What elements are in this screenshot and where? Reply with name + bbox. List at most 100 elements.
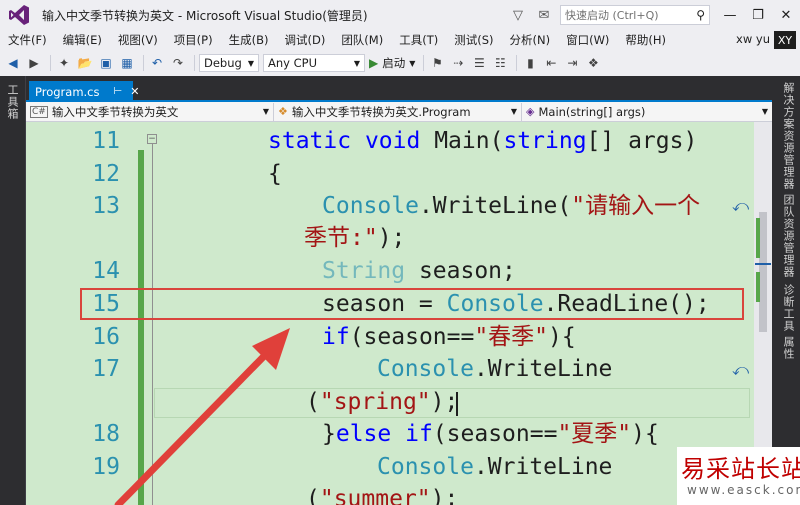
class-icon: ❖	[278, 105, 288, 118]
line-number: 12	[92, 161, 120, 187]
code-line-16: if(season=="春季"){	[322, 324, 576, 350]
right-tool-strip: 解决方案资源管理器 团队资源管理器 诊断工具 属性	[772, 76, 800, 505]
filter-icon[interactable]: ▽	[508, 5, 528, 25]
toolbar-separator	[516, 55, 518, 71]
watermark-name: 易采站长站	[681, 455, 800, 483]
line-number: 19	[92, 454, 120, 480]
clear-bookmarks-icon[interactable]: ❖	[584, 54, 602, 72]
user-name[interactable]: xw yu	[736, 32, 770, 46]
solution-explorer-tab[interactable]: 解决方案资源管理器	[780, 82, 796, 190]
menu-tools[interactable]: 工具(T)	[391, 32, 446, 48]
menu-team[interactable]: 团队(M)	[333, 32, 391, 48]
save-all-icon[interactable]: ▦	[118, 54, 136, 72]
text-caret	[456, 392, 458, 416]
tab-program-cs[interactable]: Program.cs ⊢ ✕	[29, 81, 139, 102]
code-line-11: static void Main(string[] args)	[268, 128, 698, 154]
close-button[interactable]: ✕	[772, 0, 800, 30]
code-line-19: Console.WriteLine	[377, 454, 613, 480]
menu-test[interactable]: 测试(S)	[446, 32, 501, 48]
code-line-12: {	[268, 161, 282, 187]
chevron-down-icon: ▼	[510, 107, 517, 116]
code-line-18: }else if(season=="夏季"){	[322, 421, 659, 447]
code-editor[interactable]: − 11 12 13 14 15 16 17 18 19 static void…	[26, 122, 772, 505]
restore-button[interactable]: ❐	[744, 0, 772, 30]
window-title: 输入中文季节转换为英文 - Microsoft Visual Studio(管理…	[42, 8, 368, 23]
line-number: 18	[92, 421, 120, 447]
menu-edit[interactable]: 编辑(E)	[55, 32, 110, 48]
step-icon[interactable]: ⇢	[449, 54, 467, 72]
minimize-button[interactable]: —	[716, 0, 744, 30]
configuration-value: Debug	[204, 56, 242, 70]
change-tracking-bar	[138, 150, 144, 505]
solution-configuration-dropdown[interactable]: Debug ▼	[199, 54, 259, 72]
method-icon: ◈	[526, 105, 535, 118]
standard-toolbar: ◀ ▶ ✦ 📂 ▣ ▦ ↶ ↷ Debug ▼ Any CPU ▼ ▶ 启动 ▼…	[0, 50, 800, 76]
toolbar-separator	[50, 55, 51, 71]
csharp-project-icon: C#	[30, 105, 48, 118]
line-number: 14	[92, 258, 120, 284]
watermark-url: www.easck.com	[687, 483, 800, 497]
outline-line	[152, 144, 153, 505]
menu-view[interactable]: 视图(V)	[110, 32, 166, 48]
platform-value: Any CPU	[268, 56, 317, 70]
project-dropdown[interactable]: C# 输入中文季节转换为英文 ▼	[26, 102, 274, 121]
menu-project[interactable]: 项目(P)	[166, 32, 221, 48]
pin-icon[interactable]: ⊢	[114, 86, 123, 97]
menu-window[interactable]: 窗口(W)	[558, 32, 617, 48]
menu-analyze[interactable]: 分析(N)	[502, 32, 559, 48]
diagnostic-tools-tab[interactable]: 诊断工具	[780, 284, 796, 332]
change-marker	[756, 272, 760, 302]
team-explorer-tab[interactable]: 团队资源管理器	[780, 194, 796, 278]
start-debugging-button[interactable]: ▶ 启动 ▼	[369, 55, 415, 71]
line-number: 13	[92, 193, 120, 219]
code-line-17-wrap: ("spring");	[306, 389, 459, 415]
tab-label: Program.cs	[35, 84, 100, 99]
menu-bar: 文件(F) 编辑(E) 视图(V) 项目(P) 生成(B) 调试(D) 团队(M…	[0, 30, 800, 50]
back-icon[interactable]: ◀	[4, 54, 22, 72]
document-tab-bar: Program.cs ⊢ ✕	[26, 76, 772, 102]
class-dropdown[interactable]: ❖ 输入中文季节转换为英文.Program ▼	[274, 102, 522, 121]
chevron-down-icon: ▼	[761, 107, 768, 116]
code-line-19-wrap: ("summer");	[306, 486, 459, 505]
menu-file[interactable]: 文件(F)	[0, 32, 55, 48]
scrollbar-thumb[interactable]	[759, 212, 767, 332]
quick-launch-input[interactable]: 快速启动 (Ctrl+Q) ⚲	[560, 5, 710, 25]
properties-tab[interactable]: 属性	[780, 336, 796, 360]
chevron-down-icon: ▼	[409, 58, 416, 68]
comment-icon[interactable]: ☰	[470, 54, 488, 72]
avatar[interactable]: XY	[774, 31, 796, 49]
open-file-icon[interactable]: 📂	[76, 54, 94, 72]
next-bookmark-icon[interactable]: ⇥	[563, 54, 581, 72]
menu-build[interactable]: 生成(B)	[221, 32, 277, 48]
bookmark-icon[interactable]: ▮	[521, 54, 539, 72]
line-number: 11	[92, 128, 120, 154]
visual-studio-logo-icon	[9, 5, 29, 25]
prev-bookmark-icon[interactable]: ⇤	[542, 54, 560, 72]
member-dropdown[interactable]: ◈ Main(string[] args) ▼	[522, 103, 772, 121]
forward-icon[interactable]: ▶	[25, 54, 43, 72]
solution-platform-dropdown[interactable]: Any CPU ▼	[263, 54, 365, 72]
find-icon[interactable]: ⚑	[428, 54, 446, 72]
start-label: 启动	[382, 56, 406, 70]
menu-debug[interactable]: 调试(D)	[276, 32, 333, 48]
code-line-14: String season;	[322, 258, 516, 284]
toolbar-separator	[423, 55, 425, 71]
feedback-icon[interactable]: ✉	[534, 5, 554, 25]
left-tool-strip: 工具箱	[0, 76, 26, 505]
close-icon[interactable]: ✕	[130, 85, 139, 98]
quick-launch-placeholder: 快速启动 (Ctrl+Q)	[565, 9, 659, 22]
code-line-13-wrap: 季节:");	[304, 225, 406, 251]
menu-help[interactable]: 帮助(H)	[617, 32, 674, 48]
save-icon[interactable]: ▣	[97, 54, 115, 72]
new-project-icon[interactable]: ✦	[55, 54, 73, 72]
toolbar-separator	[143, 55, 144, 71]
line-number: 16	[92, 324, 120, 350]
chevron-down-icon: ▼	[247, 58, 254, 68]
undo-icon[interactable]: ↶	[148, 54, 166, 72]
uncomment-icon[interactable]: ☷	[491, 54, 509, 72]
redo-icon[interactable]: ↷	[169, 54, 187, 72]
toolbox-tab[interactable]: 工具箱	[6, 84, 20, 120]
collapse-icon[interactable]: −	[147, 134, 157, 144]
word-wrap-icon: ⤺	[732, 196, 750, 215]
annotation-highlight-box	[80, 288, 744, 320]
